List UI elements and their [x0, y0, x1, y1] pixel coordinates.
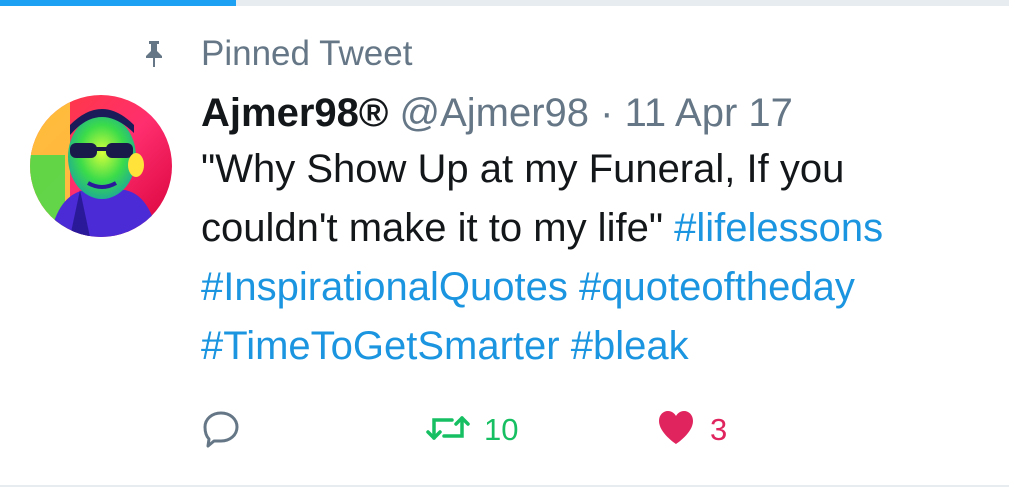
- tweet-header: Ajmer98® @Ajmer98 · 11 Apr 17: [201, 86, 1001, 140]
- reply-icon: [201, 408, 241, 453]
- tweet-date[interactable]: 11 Apr 17: [625, 91, 793, 135]
- active-tab-indicator: [0, 0, 236, 6]
- hashtag-inspirationalquotes[interactable]: #InspirationalQuotes: [201, 265, 568, 309]
- like-button[interactable]: 3: [656, 405, 727, 455]
- pinned-label: Pinned Tweet: [201, 34, 413, 73]
- hashtag-lifelessons[interactable]: #lifelessons: [674, 206, 883, 250]
- tweet-text: "Why Show Up at my Funeral, If you could…: [201, 140, 1001, 376]
- reply-button[interactable]: [201, 405, 255, 455]
- heart-icon: [656, 409, 696, 452]
- tweet-text-line-2: couldn't make it to my life": [201, 206, 675, 250]
- tweet-actions: 10 3: [201, 405, 801, 455]
- pinned-header: Pinned Tweet: [143, 34, 412, 74]
- header-separator: ·: [600, 91, 614, 135]
- tweet-body[interactable]: Ajmer98® @Ajmer98 · 11 Apr 17 "Why Show …: [201, 86, 1001, 376]
- tab-bar-rule: [0, 0, 1009, 6]
- display-name[interactable]: Ajmer98®: [201, 91, 388, 135]
- user-handle[interactable]: @Ajmer98: [399, 91, 589, 135]
- retweet-count: 10: [484, 412, 519, 447]
- hashtag-timetogetsmarter[interactable]: #TimeToGetSmarter: [201, 324, 560, 368]
- avatar[interactable]: [30, 95, 172, 237]
- retweet-button[interactable]: 10: [426, 405, 518, 455]
- tweet-text-line-1: "Why Show Up at my Funeral, If you: [201, 147, 845, 191]
- hashtag-quoteoftheday[interactable]: #quoteoftheday: [579, 265, 855, 309]
- divider: [0, 485, 1009, 487]
- pin-icon: [143, 39, 165, 69]
- retweet-icon: [426, 408, 470, 453]
- hashtag-bleak[interactable]: #bleak: [571, 324, 689, 368]
- like-count: 3: [710, 412, 728, 447]
